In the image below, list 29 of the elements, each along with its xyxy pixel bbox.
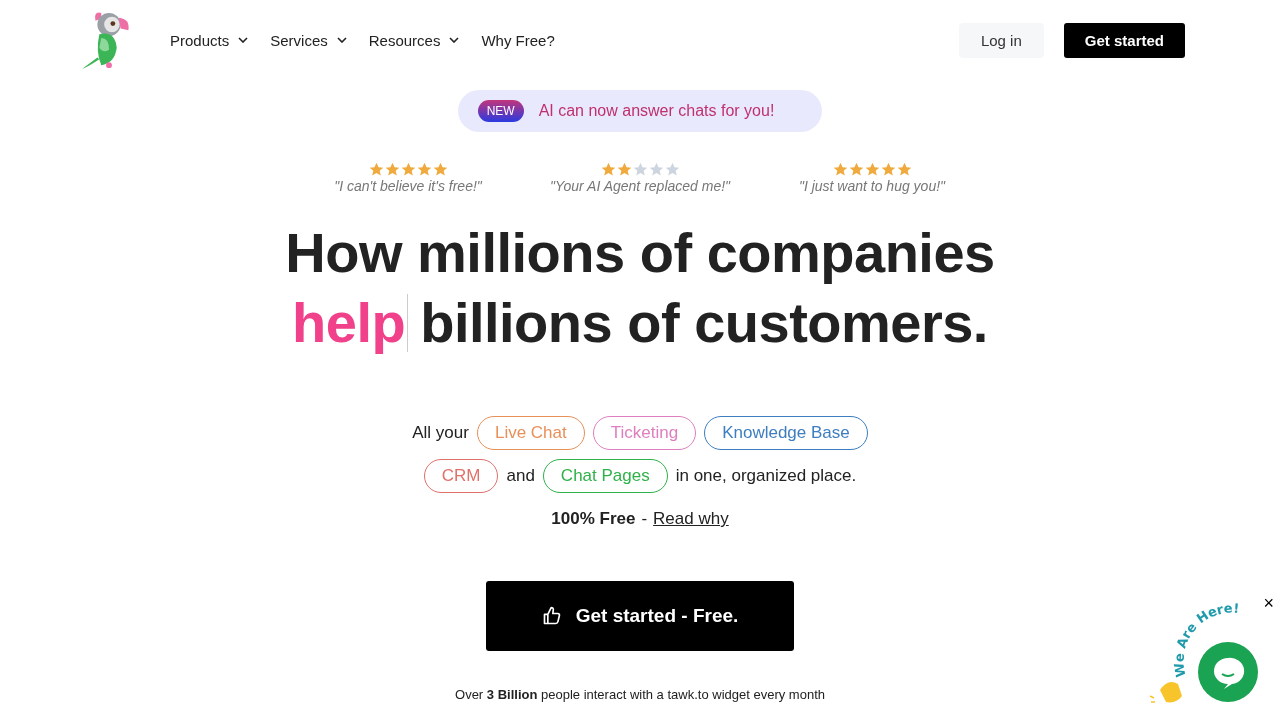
announcement-text: AI can now answer chats for you! xyxy=(538,102,775,120)
nav-menu-item[interactable]: Products xyxy=(170,31,249,49)
login-button[interactable]: Log in xyxy=(958,22,1044,58)
read-why-link[interactable]: Read why xyxy=(653,509,729,529)
announcement-banner[interactable]: NEW AI can now answer chats for you! xyxy=(457,90,823,132)
product-text: All your xyxy=(412,423,469,443)
headline-text: billions of customers. xyxy=(420,290,988,356)
separator-text: - xyxy=(641,509,648,529)
review-quote: "I just want to hug you!" xyxy=(798,178,946,194)
highlighted-word: help xyxy=(292,290,406,356)
review-quote: "Your AI Agent replaced me!" xyxy=(549,178,731,194)
get-started-free-button[interactable]: Get started - Free. xyxy=(486,581,794,651)
chevron-down-icon xyxy=(238,37,249,43)
chevron-down-icon xyxy=(336,37,347,43)
thumbs-up-icon xyxy=(541,606,562,626)
text-cursor xyxy=(407,294,409,352)
review-quote: "I can't believe it's free!" xyxy=(334,178,482,194)
free-label: 100% Free xyxy=(551,509,636,529)
product-text: in one, organized place. xyxy=(675,466,857,486)
close-button[interactable]: × xyxy=(1263,594,1274,612)
get-started-button[interactable]: Get started xyxy=(1063,22,1185,58)
new-badge: NEW xyxy=(477,100,524,122)
product-text: and xyxy=(506,466,535,486)
nav-menu-item[interactable]: Resources xyxy=(368,31,460,49)
nav-menu-item[interactable]: Why Free? xyxy=(481,31,555,49)
nav-menu-item[interactable]: Services xyxy=(270,31,347,49)
stats-text: Over 3 Billion people interact with a tawk.to widget every month xyxy=(454,687,826,702)
headline-text: How millions of companies xyxy=(284,220,996,286)
chevron-down-icon xyxy=(449,37,460,43)
